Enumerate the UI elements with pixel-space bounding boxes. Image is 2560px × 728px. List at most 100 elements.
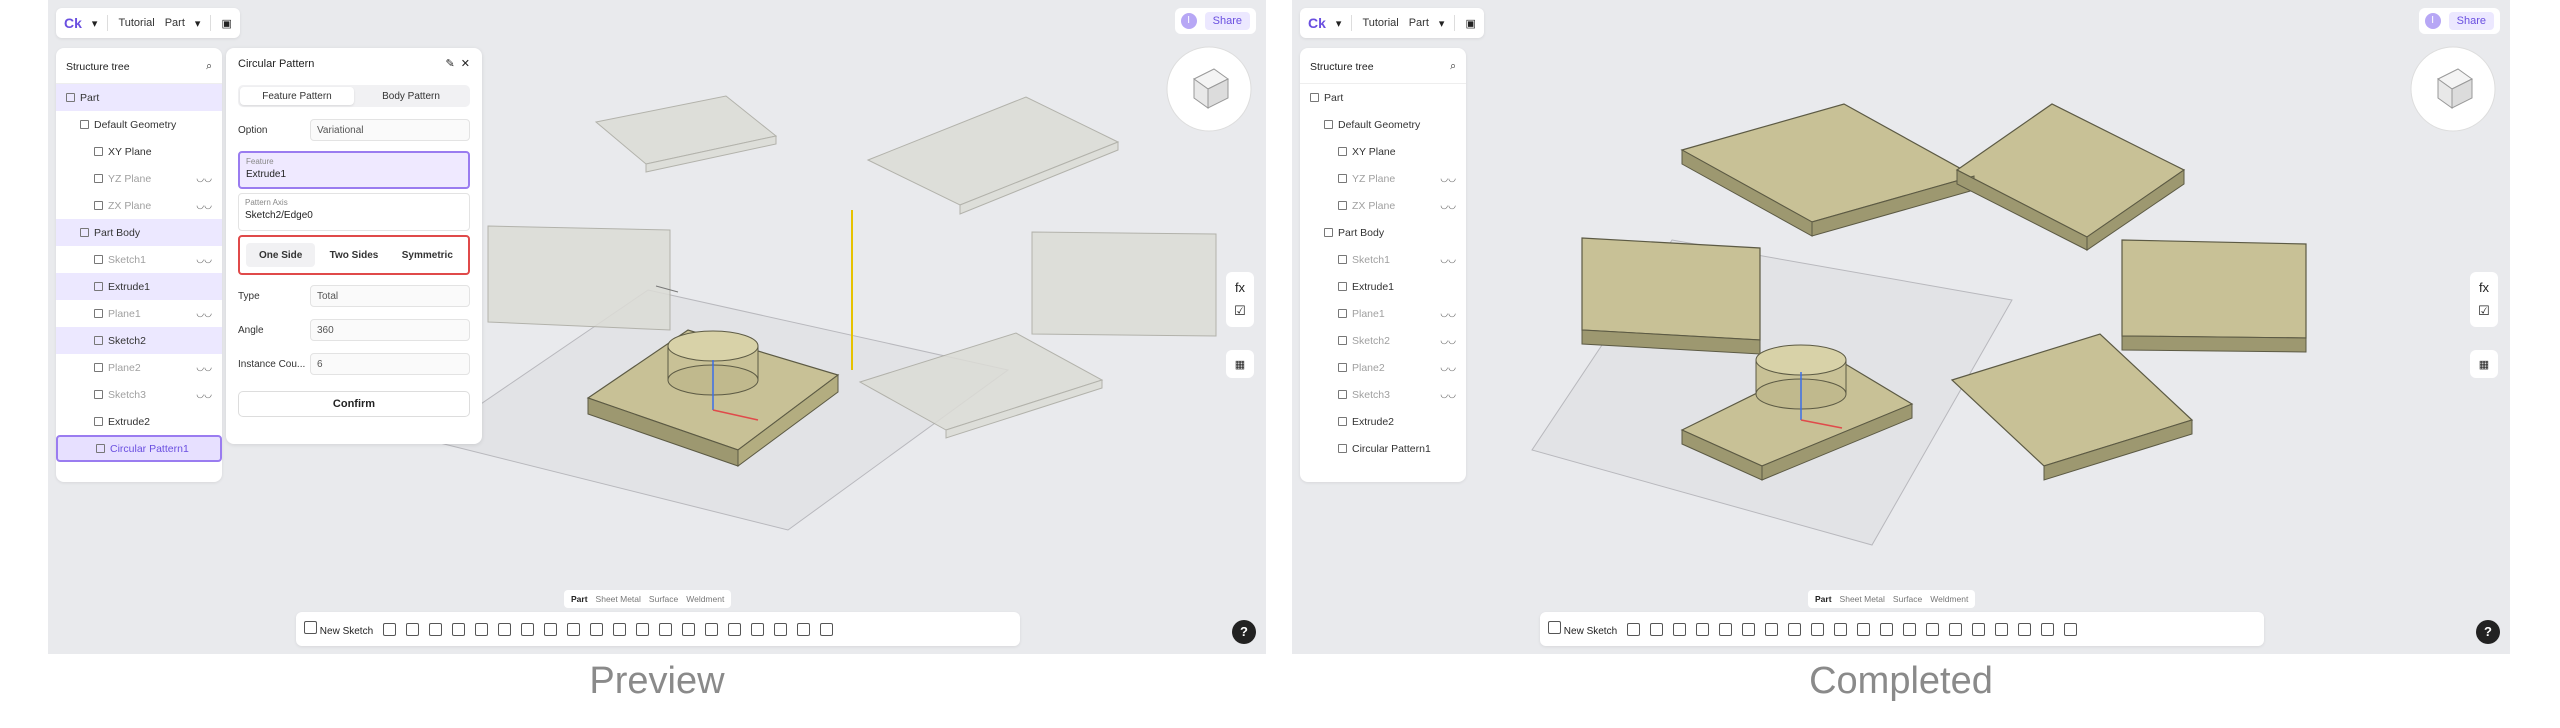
- tree-item[interactable]: Default Geometry: [56, 111, 222, 138]
- mode-sheet-metal[interactable]: Sheet Metal: [593, 592, 644, 606]
- mode-sheet-metal[interactable]: Sheet Metal: [1837, 592, 1888, 606]
- rib-icon[interactable]: [1811, 622, 1825, 636]
- hole-icon[interactable]: [1834, 622, 1848, 636]
- revolve-icon[interactable]: [1650, 622, 1664, 636]
- hidden-eye-icon[interactable]: ◡◡: [1440, 200, 1456, 211]
- point-icon[interactable]: [1995, 622, 2009, 636]
- tree-item[interactable]: Sketch2 ◡◡: [1300, 327, 1466, 354]
- hidden-eye-icon[interactable]: ◡◡: [1440, 254, 1456, 265]
- tree-item[interactable]: Part: [56, 84, 222, 111]
- tree-item[interactable]: Part Body: [56, 219, 222, 246]
- thread-icon[interactable]: [1857, 622, 1871, 636]
- formula-icon[interactable]: fx: [1235, 280, 1245, 295]
- plane-icon[interactable]: [1949, 622, 1963, 636]
- pin-icon[interactable]: ✎: [445, 58, 454, 70]
- tree-item[interactable]: ZX Plane ◡◡: [1300, 192, 1466, 219]
- tree-item[interactable]: Sketch2: [56, 327, 222, 354]
- hidden-eye-icon[interactable]: ◡◡: [1440, 308, 1456, 319]
- angle-input[interactable]: 360: [310, 319, 470, 341]
- tree-item[interactable]: XY Plane: [1300, 138, 1466, 165]
- viewport-3d[interactable]: [1292, 0, 2510, 654]
- chevron-down-icon[interactable]: ▾: [195, 17, 201, 30]
- hidden-eye-icon[interactable]: ◡◡: [196, 362, 212, 373]
- tree-item[interactable]: Part: [1300, 84, 1466, 111]
- tree-item[interactable]: Circular Pattern1: [56, 435, 222, 462]
- mode-weldment[interactable]: Weldment: [1927, 592, 1971, 606]
- formula-icon[interactable]: fx: [2479, 280, 2489, 295]
- loft-icon[interactable]: [1696, 622, 1710, 636]
- tree-item[interactable]: YZ Plane ◡◡: [56, 165, 222, 192]
- menu-tutorial[interactable]: Tutorial: [1362, 17, 1398, 29]
- new-sketch-button[interactable]: New Sketch: [304, 621, 373, 637]
- mode-part[interactable]: Part: [568, 592, 591, 606]
- check-list-icon[interactable]: ☑: [2478, 303, 2490, 319]
- chamfer-icon[interactable]: [498, 622, 512, 636]
- menu-tutorial[interactable]: Tutorial: [118, 17, 154, 29]
- count-input[interactable]: 6: [310, 353, 470, 375]
- pattern-icon[interactable]: [636, 622, 650, 636]
- one-side-button[interactable]: One Side: [246, 243, 316, 267]
- tab-body-pattern[interactable]: Body Pattern: [354, 87, 468, 105]
- hidden-eye-icon[interactable]: ◡◡: [196, 173, 212, 184]
- menu-part[interactable]: Part: [1409, 17, 1429, 29]
- symmetric-button[interactable]: Symmetric: [393, 243, 462, 267]
- hidden-eye-icon[interactable]: ◡◡: [1440, 335, 1456, 346]
- axis-icon[interactable]: [728, 622, 742, 636]
- point-icon[interactable]: [751, 622, 765, 636]
- pattern-axis-field[interactable]: Pattern Axis Sketch2/Edge0: [238, 193, 470, 231]
- option-select[interactable]: Variational: [310, 119, 470, 141]
- draft-icon[interactable]: [1788, 622, 1802, 636]
- tree-item[interactable]: Extrude2: [1300, 408, 1466, 435]
- hidden-eye-icon[interactable]: ◡◡: [1440, 389, 1456, 400]
- tree-item[interactable]: YZ Plane ◡◡: [1300, 165, 1466, 192]
- extrude-icon[interactable]: [1627, 622, 1641, 636]
- more-icon[interactable]: [820, 622, 834, 636]
- measure-icon[interactable]: [774, 622, 788, 636]
- confirm-button[interactable]: Confirm: [238, 391, 470, 417]
- more-icon[interactable]: [2064, 622, 2078, 636]
- type-select[interactable]: Total: [310, 285, 470, 307]
- chevron-down-icon[interactable]: ▾: [92, 17, 98, 30]
- hidden-eye-icon[interactable]: ◡◡: [196, 308, 212, 319]
- mode-part[interactable]: Part: [1812, 592, 1835, 606]
- pattern-icon[interactable]: [1880, 622, 1894, 636]
- axis-icon[interactable]: [1972, 622, 1986, 636]
- mirror-icon[interactable]: [659, 622, 673, 636]
- menu-part[interactable]: Part: [165, 17, 185, 29]
- mirror-icon[interactable]: [1903, 622, 1917, 636]
- hidden-eye-icon[interactable]: ◡◡: [196, 389, 212, 400]
- search-icon[interactable]: ⌕: [206, 60, 212, 73]
- fillet-icon[interactable]: [475, 622, 489, 636]
- boolean-icon[interactable]: [682, 622, 696, 636]
- sweep-icon[interactable]: [429, 622, 443, 636]
- tree-item[interactable]: Plane2 ◡◡: [1300, 354, 1466, 381]
- tree-item[interactable]: Extrude1: [1300, 273, 1466, 300]
- draft-icon[interactable]: [544, 622, 558, 636]
- app-logo[interactable]: Ck: [64, 15, 82, 31]
- search-icon[interactable]: ⌕: [1450, 60, 1456, 73]
- view-cube[interactable]: [2408, 44, 2498, 134]
- sweep-icon[interactable]: [1673, 622, 1687, 636]
- view-cube[interactable]: [1164, 44, 1254, 134]
- measure-icon[interactable]: [2018, 622, 2032, 636]
- tree-item[interactable]: Sketch3 ◡◡: [56, 381, 222, 408]
- panel-toggle-icon[interactable]: ▣: [221, 17, 231, 30]
- tree-item[interactable]: XY Plane: [56, 138, 222, 165]
- section-icon[interactable]: [797, 622, 811, 636]
- table-icon[interactable]: ▦: [2470, 350, 2498, 378]
- hidden-eye-icon[interactable]: ◡◡: [196, 254, 212, 265]
- section-icon[interactable]: [2041, 622, 2055, 636]
- tree-item[interactable]: Sketch1 ◡◡: [56, 246, 222, 273]
- close-icon[interactable]: ✕: [461, 58, 470, 70]
- rib-icon[interactable]: [567, 622, 581, 636]
- tree-item[interactable]: Plane2 ◡◡: [56, 354, 222, 381]
- chamfer-icon[interactable]: [1742, 622, 1756, 636]
- tree-item[interactable]: Circular Pattern1: [1300, 435, 1466, 462]
- help-icon[interactable]: ?: [2476, 620, 2500, 644]
- thread-icon[interactable]: [613, 622, 627, 636]
- revolve-icon[interactable]: [406, 622, 420, 636]
- tree-item[interactable]: Extrude2: [56, 408, 222, 435]
- hidden-eye-icon[interactable]: ◡◡: [1440, 362, 1456, 373]
- panel-toggle-icon[interactable]: ▣: [1465, 17, 1475, 30]
- table-icon[interactable]: ▦: [1226, 350, 1254, 378]
